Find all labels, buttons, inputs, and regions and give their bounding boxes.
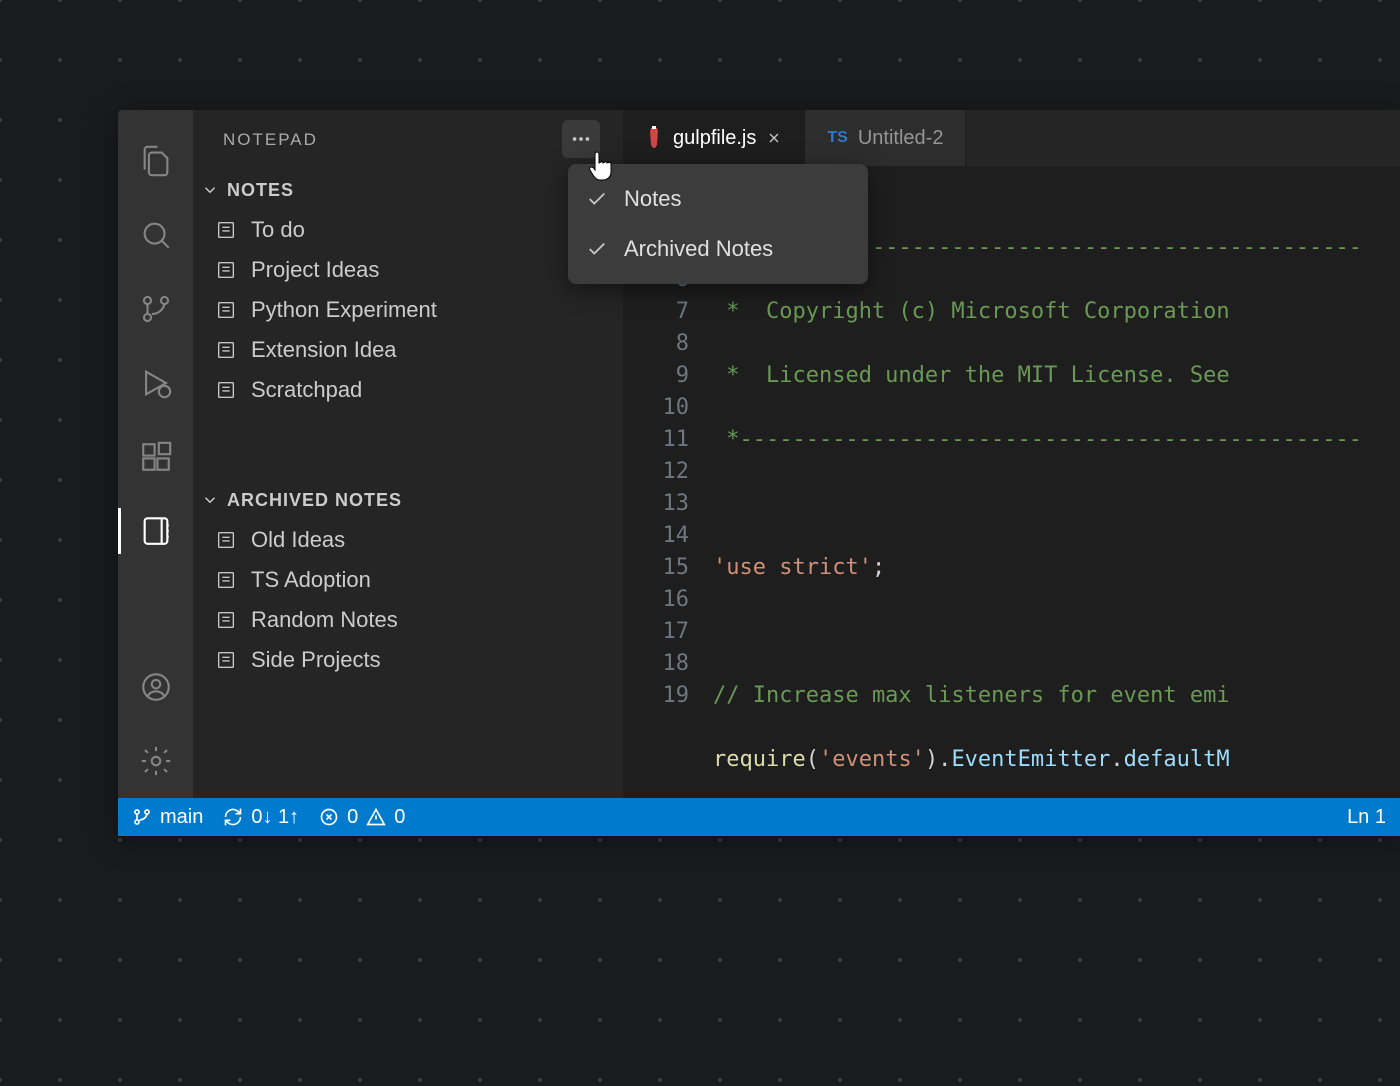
- note-label: TS Adoption: [251, 567, 371, 593]
- note-icon: [215, 219, 237, 241]
- extensions-icon: [139, 440, 173, 474]
- branch-icon: [139, 292, 173, 326]
- activity-explorer[interactable]: [118, 124, 193, 198]
- tab-bar: gulpfile.js TS Untitled-2: [623, 110, 1400, 166]
- note-label: Project Ideas: [251, 257, 379, 283]
- sidebar: NOTEPAD NOTES To do Project Ideas Python…: [193, 110, 623, 798]
- activity-notepad[interactable]: [118, 494, 193, 568]
- gulpfile-icon: [645, 126, 663, 150]
- note-icon: [215, 259, 237, 281]
- status-problems[interactable]: 0 0: [319, 806, 405, 829]
- note-item[interactable]: Scratchpad: [193, 370, 623, 410]
- sync-label: 0↓ 1↑: [251, 806, 299, 829]
- ln-label: Ln 1: [1347, 806, 1386, 829]
- note-label: Side Projects: [251, 647, 381, 673]
- note-label: Extension Idea: [251, 337, 397, 363]
- branch-label: main: [160, 806, 203, 829]
- warning-count: 0: [394, 806, 405, 829]
- note-item[interactable]: Python Experiment: [193, 290, 623, 330]
- error-icon: [319, 807, 339, 827]
- panel-more-button[interactable]: [562, 120, 600, 158]
- context-label: Archived Notes: [624, 236, 773, 262]
- note-icon: [215, 299, 237, 321]
- note-icon: [215, 339, 237, 361]
- activity-source-control[interactable]: [118, 272, 193, 346]
- debug-icon: [139, 366, 173, 400]
- note-label: Random Notes: [251, 607, 398, 633]
- context-label: Notes: [624, 186, 681, 212]
- activity-bar: [118, 110, 193, 798]
- note-label: Old Ideas: [251, 527, 345, 553]
- note-item[interactable]: Side Projects: [193, 640, 623, 680]
- ts-icon: TS: [827, 129, 847, 147]
- tab-untitled[interactable]: TS Untitled-2: [805, 110, 966, 166]
- ellipsis-icon: [570, 128, 592, 150]
- note-item[interactable]: Extension Idea: [193, 330, 623, 370]
- check-icon: [586, 238, 608, 260]
- activity-settings[interactable]: [118, 724, 193, 798]
- tab-gulpfile[interactable]: gulpfile.js: [623, 110, 805, 166]
- section-label: ARCHIVED NOTES: [227, 490, 402, 511]
- branch-icon: [132, 807, 152, 827]
- status-branch[interactable]: main: [132, 806, 203, 829]
- chevron-down-icon: [201, 491, 219, 509]
- activity-debug[interactable]: [118, 346, 193, 420]
- section-header-archived[interactable]: ARCHIVED NOTES: [193, 480, 623, 520]
- context-menu: Notes Archived Notes: [568, 164, 868, 284]
- notebook-icon: [139, 514, 173, 548]
- chevron-down-icon: [201, 181, 219, 199]
- note-icon: [215, 529, 237, 551]
- activity-extensions[interactable]: [118, 420, 193, 494]
- section-header-notes[interactable]: NOTES: [193, 170, 623, 210]
- note-label: To do: [251, 217, 305, 243]
- check-icon: [586, 188, 608, 210]
- note-icon: [215, 649, 237, 671]
- status-line-col[interactable]: Ln 1: [1347, 806, 1386, 829]
- note-item[interactable]: Old Ideas: [193, 520, 623, 560]
- note-label: Python Experiment: [251, 297, 437, 323]
- note-icon: [215, 609, 237, 631]
- note-icon: [215, 379, 237, 401]
- tab-label: gulpfile.js: [673, 127, 756, 150]
- status-bar: main 0↓ 1↑ 0 0 Ln 1: [118, 798, 1400, 836]
- note-label: Scratchpad: [251, 377, 362, 403]
- note-icon: [215, 569, 237, 591]
- warning-icon: [366, 807, 386, 827]
- search-icon: [139, 218, 173, 252]
- note-item[interactable]: TS Adoption: [193, 560, 623, 600]
- status-sync[interactable]: 0↓ 1↑: [223, 806, 299, 829]
- sync-icon: [223, 807, 243, 827]
- account-icon: [139, 670, 173, 704]
- error-count: 0: [347, 806, 358, 829]
- section-label: NOTES: [227, 180, 294, 201]
- note-item[interactable]: To do: [193, 210, 623, 250]
- close-icon[interactable]: [766, 130, 782, 146]
- activity-account[interactable]: [118, 650, 193, 724]
- activity-search[interactable]: [118, 198, 193, 272]
- sidebar-title: NOTEPAD: [193, 110, 623, 170]
- note-item[interactable]: Project Ideas: [193, 250, 623, 290]
- note-item[interactable]: Random Notes: [193, 600, 623, 640]
- tab-label: Untitled-2: [858, 127, 944, 150]
- gear-icon: [139, 744, 173, 778]
- context-item-notes[interactable]: Notes: [568, 174, 868, 224]
- context-item-archived[interactable]: Archived Notes: [568, 224, 868, 274]
- files-icon: [139, 144, 173, 178]
